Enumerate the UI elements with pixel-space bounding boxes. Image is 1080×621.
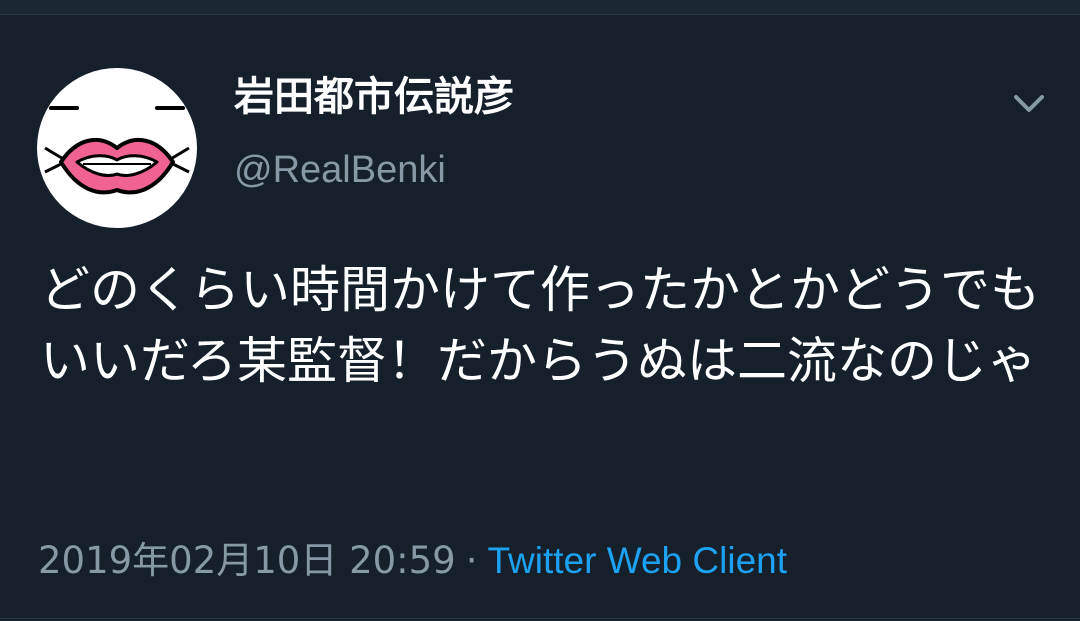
tweet-source-link[interactable]: Twitter Web Client [487,540,787,581]
display-name[interactable]: 岩田都市伝説彦 [234,73,514,121]
tweet-detail: 岩田都市伝説彦 @RealBenki どのくらい時間かけて作ったかとかどうでもい… [0,15,1080,621]
divider [0,618,1080,619]
meta-separator: · [465,539,478,582]
tweet-text: どのくらい時間かけて作ったかとかどうでもいいだろ某監督！だからうぬは二流なのじゃ [40,261,1040,390]
top-bar [0,0,1080,15]
avatar[interactable] [37,68,197,228]
tweet-timestamp[interactable]: 2019年02月10日 20:59 [38,539,456,582]
chevron-down-icon[interactable] [1006,80,1052,126]
tweet-meta: 2019年02月10日 20:59 · Twitter Web Client [38,538,787,584]
user-handle[interactable]: @RealBenki [234,147,446,193]
lips-face-icon [44,106,190,195]
